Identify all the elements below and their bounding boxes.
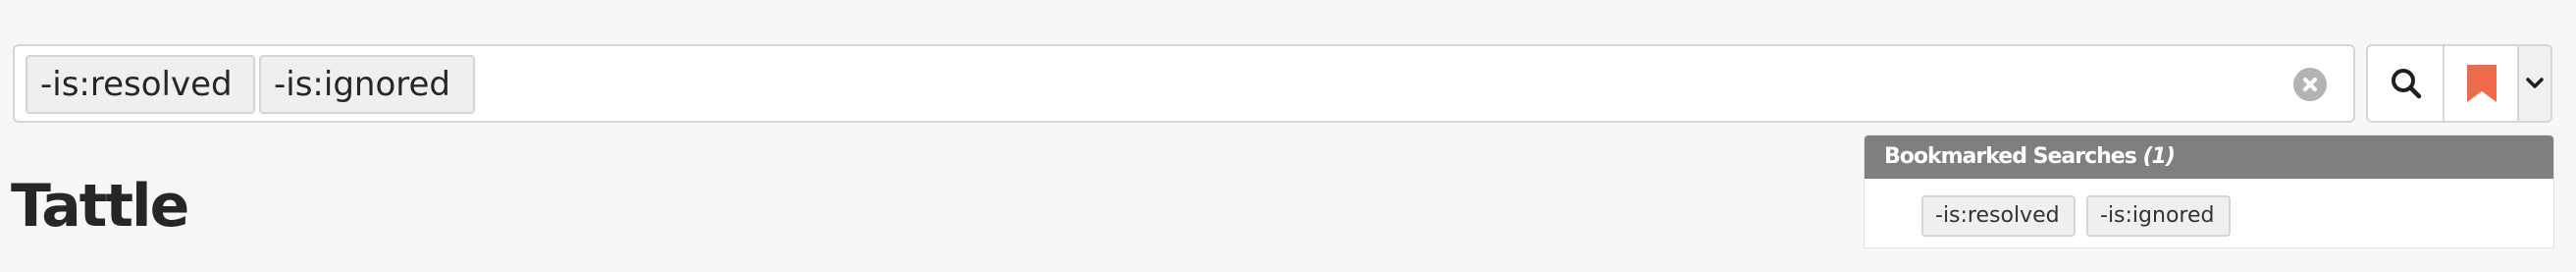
dropdown-header: Bookmarked Searches (1) bbox=[1865, 136, 2553, 179]
clear-icon[interactable] bbox=[2293, 68, 2327, 101]
saved-search-token[interactable]: -is:ignored bbox=[2086, 195, 2231, 237]
search-actions bbox=[2366, 44, 2552, 123]
search-token[interactable]: -is:resolved bbox=[26, 55, 255, 114]
page: -is:resolved -is:ignored Tattle Bookmark… bbox=[0, 0, 2576, 272]
dropdown-header-label: Bookmarked Searches bbox=[1884, 144, 2137, 169]
bookmark-icon bbox=[2467, 65, 2497, 102]
saved-search-token[interactable]: -is:resolved bbox=[1921, 195, 2076, 237]
search-button[interactable] bbox=[2368, 46, 2445, 121]
page-title: Tattle bbox=[11, 172, 189, 241]
bookmark-count: (1) bbox=[2142, 144, 2175, 169]
search-icon bbox=[2392, 69, 2422, 99]
bookmark-button[interactable] bbox=[2445, 46, 2519, 121]
search-input[interactable]: -is:resolved -is:ignored bbox=[13, 44, 2355, 123]
bookmark-dropdown-toggle[interactable] bbox=[2519, 46, 2550, 121]
search-token[interactable]: -is:ignored bbox=[259, 55, 475, 114]
chevron-down-icon bbox=[2526, 78, 2544, 88]
bookmarked-searches-dropdown: Bookmarked Searches (1) -is:resolved -is… bbox=[1864, 135, 2554, 248]
